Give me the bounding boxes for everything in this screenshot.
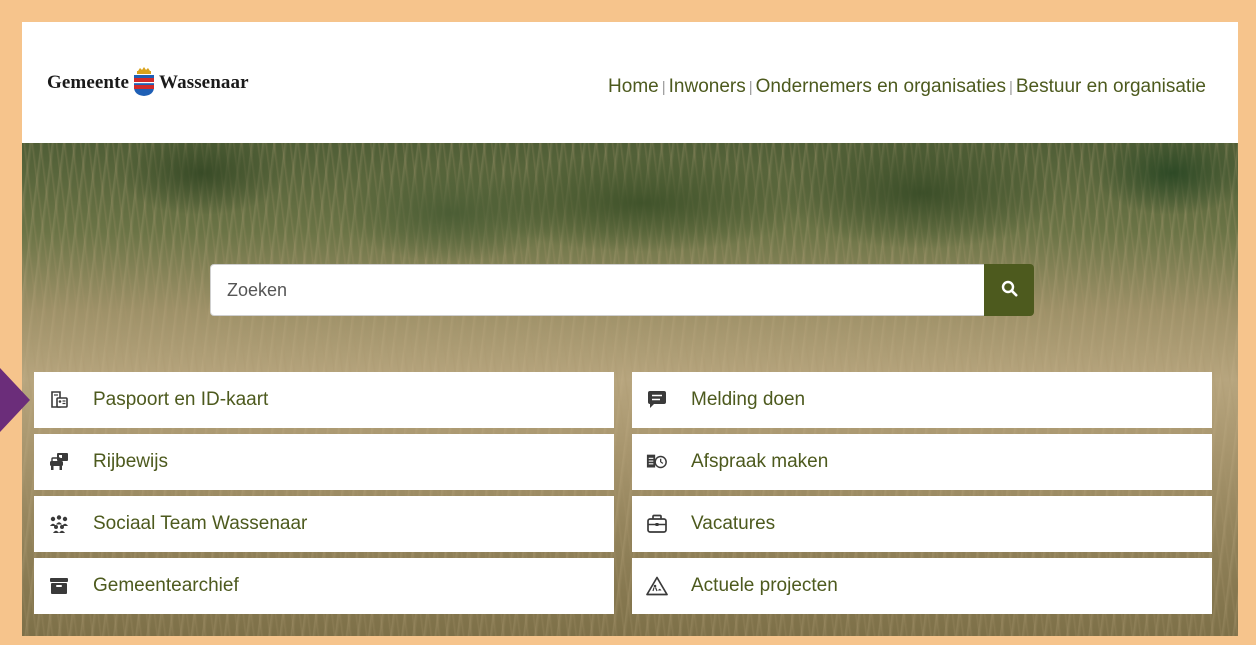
site-header: Gemeente Wassenaar Home | Inwoners | Ond… bbox=[22, 22, 1238, 143]
nav-separator: | bbox=[1008, 78, 1013, 96]
nav-bestuur[interactable]: Bestuur en organisatie bbox=[1016, 76, 1206, 98]
tile-label: Melding doen bbox=[691, 389, 806, 410]
search-button[interactable] bbox=[984, 264, 1034, 316]
tile-label: Paspoort en ID-kaart bbox=[93, 389, 269, 410]
nav-inwoners[interactable]: Inwoners bbox=[669, 76, 746, 98]
passport-id-icon bbox=[48, 389, 70, 411]
logo-text-wassenaar: Wassenaar bbox=[159, 72, 249, 93]
tile-rijbewijs[interactable]: Rijbewijs bbox=[34, 434, 614, 490]
message-icon bbox=[646, 389, 668, 411]
site-logo[interactable]: Gemeente Wassenaar bbox=[47, 67, 249, 98]
tile-actuele-projecten[interactable]: Actuele projecten bbox=[632, 558, 1212, 614]
coat-of-arms-icon bbox=[133, 67, 155, 97]
nav-separator: | bbox=[661, 78, 666, 96]
search-bar bbox=[210, 264, 1034, 316]
tile-gemeentearchief[interactable]: Gemeentearchief bbox=[34, 558, 614, 614]
nav-separator: | bbox=[748, 78, 753, 96]
archive-box-icon bbox=[48, 575, 70, 597]
tile-vacatures[interactable]: Vacatures bbox=[632, 496, 1212, 552]
briefcase-icon bbox=[646, 513, 668, 535]
tile-label: Gemeentearchief bbox=[93, 575, 239, 596]
hero-banner: Paspoort en ID-kaart Rijbewijs bbox=[22, 143, 1238, 636]
tile-paspoort[interactable]: Paspoort en ID-kaart bbox=[34, 372, 614, 428]
pointer-arrow-icon bbox=[0, 368, 30, 432]
tile-label: Sociaal Team Wassenaar bbox=[93, 513, 308, 534]
tile-label: Actuele projecten bbox=[691, 575, 838, 596]
social-team-icon bbox=[48, 513, 70, 535]
tile-label: Afspraak maken bbox=[691, 451, 829, 472]
driving-license-icon bbox=[48, 451, 70, 473]
tile-melding-doen[interactable]: Melding doen bbox=[632, 372, 1212, 428]
search-input[interactable] bbox=[210, 264, 984, 316]
logo-text-gemeente: Gemeente bbox=[47, 72, 130, 93]
tile-afspraak-maken[interactable]: Afspraak maken bbox=[632, 434, 1212, 490]
tile-sociaal-team[interactable]: Sociaal Team Wassenaar bbox=[34, 496, 614, 552]
nav-ondernemers[interactable]: Ondernemers en organisaties bbox=[756, 76, 1006, 98]
warning-road-icon bbox=[646, 575, 668, 597]
page-frame: Gemeente Wassenaar Home | Inwoners | Ond… bbox=[22, 22, 1238, 636]
tile-label: Vacatures bbox=[691, 513, 776, 534]
main-navigation: Home | Inwoners | Ondernemers en organis… bbox=[608, 76, 1206, 98]
appointment-icon bbox=[646, 451, 668, 473]
nav-home[interactable]: Home bbox=[608, 76, 659, 98]
tile-label: Rijbewijs bbox=[93, 451, 168, 472]
search-icon bbox=[1001, 280, 1018, 300]
